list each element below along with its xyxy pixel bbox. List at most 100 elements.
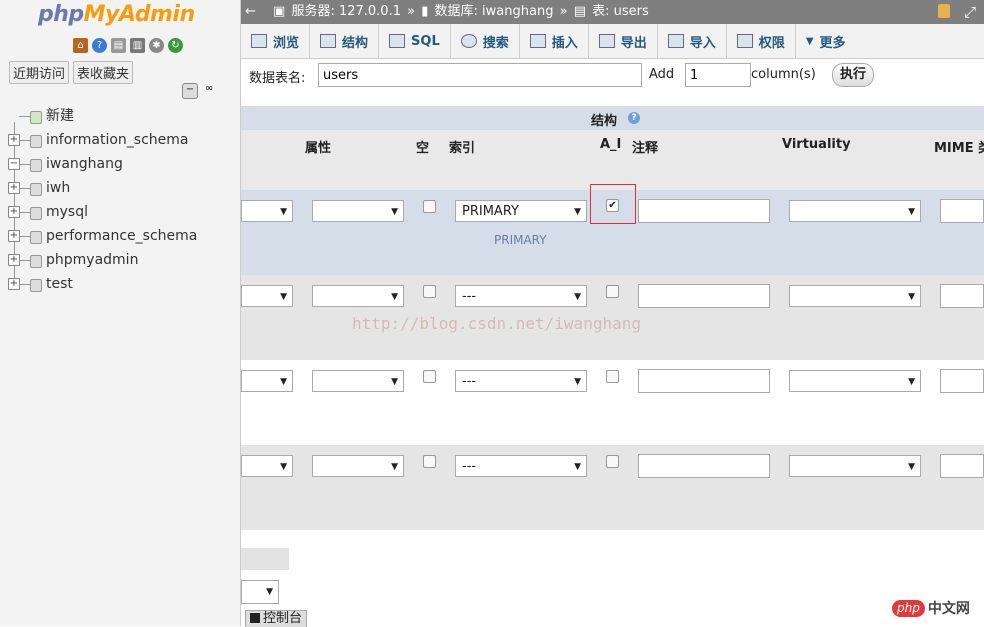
structure-header: 结构 ? xyxy=(241,106,984,130)
dropdown-arrow-icon: ▼ xyxy=(908,462,915,472)
tab-privileges[interactable]: 权限 xyxy=(727,24,796,58)
help-icon[interactable]: ? xyxy=(92,38,107,53)
tree-branch xyxy=(19,212,30,213)
favorites-tab[interactable]: 表收藏夹 xyxy=(73,61,134,84)
tree-item-label: test xyxy=(46,276,73,292)
tree-item-label: iwh xyxy=(46,180,71,196)
docs-alt-icon[interactable]: ▥ xyxy=(130,38,145,53)
dropdown-arrow-icon: ▼ xyxy=(574,462,581,472)
tree-item-mysql[interactable]: + mysql xyxy=(8,200,197,224)
attributes-select[interactable]: ▼ xyxy=(312,285,404,307)
columns-label: column(s) xyxy=(751,67,816,82)
tab-browse[interactable]: 浏览 xyxy=(241,24,311,58)
mime-type-select[interactable] xyxy=(940,369,984,393)
auto-increment-checkbox[interactable] xyxy=(606,370,619,383)
null-checkbox[interactable] xyxy=(423,285,436,298)
console-button[interactable]: 控制台 xyxy=(245,610,308,627)
table-row: ▼ ▼ --- ▼ ▼ xyxy=(241,445,984,530)
recent-tab[interactable]: 近期访问 xyxy=(9,61,70,84)
collapse-all-icon[interactable]: − xyxy=(182,83,198,99)
tab-structure[interactable]: 结构 xyxy=(310,24,380,58)
reload-icon[interactable]: ↻ xyxy=(168,38,183,53)
mime-type-select[interactable] xyxy=(940,199,984,223)
table-row: ▼ ▼ --- ▼ ▼ xyxy=(241,360,984,445)
tree-item-iwanghang[interactable]: − iwanghang xyxy=(8,152,197,176)
docs-icon[interactable]: ▤ xyxy=(111,38,126,53)
maximize-icon[interactable]: ⤢ xyxy=(964,0,976,24)
collation-select[interactable]: ▼ xyxy=(241,285,293,307)
tab-more[interactable]: ▼ 更多 xyxy=(796,24,856,58)
virtuality-select[interactable]: ▼ xyxy=(789,455,921,477)
settings-icon[interactable]: ✱ xyxy=(149,38,164,53)
column-headers: 属性 空 索引 A_I 注释 Virtuality MIME 类 xyxy=(241,130,984,190)
navigation-sidebar: phpMyAdmin ⌂ ? ▤ ▥ ✱ ↻ 近期访问 表收藏夹 − ∞ 新建 … xyxy=(0,0,241,626)
link-icon[interactable]: ∞ xyxy=(202,83,216,97)
dropdown-arrow-icon: ▼ xyxy=(280,292,287,302)
tree-branch xyxy=(19,164,30,165)
mime-type-select[interactable] xyxy=(940,454,984,478)
partition-header xyxy=(241,548,289,570)
storage-engine-select[interactable]: ▼ xyxy=(241,580,279,604)
tab-insert[interactable]: 插入 xyxy=(520,24,589,58)
table-name-input[interactable] xyxy=(318,63,642,87)
tab-import[interactable]: 导入 xyxy=(658,24,727,58)
null-checkbox[interactable] xyxy=(423,455,436,468)
breadcrumb-table[interactable]: 表: users xyxy=(592,4,649,19)
phpmyadmin-logo[interactable]: phpMyAdmin xyxy=(38,2,195,27)
export-icon xyxy=(598,34,615,48)
index-select[interactable]: --- ▼ xyxy=(455,285,587,307)
attributes-select[interactable]: ▼ xyxy=(312,455,404,477)
index-select[interactable]: PRIMARY ▼ xyxy=(455,200,587,222)
auto-increment-checkbox[interactable] xyxy=(606,455,619,468)
null-checkbox[interactable] xyxy=(423,200,436,213)
tree-branch xyxy=(19,140,30,141)
collation-select[interactable]: ▼ xyxy=(241,455,293,477)
attributes-select[interactable]: ▼ xyxy=(312,200,404,222)
virtuality-select[interactable]: ▼ xyxy=(789,200,921,222)
tree-item-iwh[interactable]: + iwh xyxy=(8,176,197,200)
collation-select[interactable]: ▼ xyxy=(241,200,293,222)
tab-search[interactable]: 搜索 xyxy=(451,24,520,58)
virtuality-select[interactable]: ▼ xyxy=(789,370,921,392)
collation-select[interactable]: ▼ xyxy=(241,370,293,392)
tree-item-information-schema[interactable]: + information_schema xyxy=(8,128,197,152)
tree-item-new[interactable]: 新建 xyxy=(8,104,197,128)
back-arrow-icon[interactable]: ← xyxy=(245,0,261,24)
tree-item-performance-schema[interactable]: + performance_schema xyxy=(8,224,197,248)
index-select[interactable]: --- ▼ xyxy=(455,370,587,392)
comments-input[interactable] xyxy=(638,284,770,308)
header-auto-increment: A_I xyxy=(600,137,622,152)
tab-sql[interactable]: SQL xyxy=(379,24,451,58)
dropdown-caret-icon: ▼ xyxy=(805,35,814,47)
attributes-select[interactable]: ▼ xyxy=(312,370,404,392)
tree-item-phpmyadmin[interactable]: + phpmyadmin xyxy=(8,248,197,272)
virtuality-select[interactable]: ▼ xyxy=(789,285,921,307)
header-comments: 注释 xyxy=(632,141,659,156)
tree-branch xyxy=(19,188,30,189)
mime-type-select[interactable] xyxy=(940,284,984,308)
lock-icon[interactable] xyxy=(938,4,950,18)
database-tree: 新建 + information_schema − iwanghang + iw… xyxy=(8,104,197,296)
comments-input[interactable] xyxy=(638,199,770,223)
tree-branch xyxy=(19,116,30,117)
tree-item-test[interactable]: + test xyxy=(8,272,197,296)
insert-icon xyxy=(529,34,546,48)
index-select[interactable]: --- ▼ xyxy=(455,455,587,477)
tree-item-label: information_schema xyxy=(46,132,189,148)
auto-increment-checkbox[interactable] xyxy=(606,285,619,298)
comments-input[interactable] xyxy=(638,369,770,393)
add-columns-input[interactable] xyxy=(685,63,751,87)
null-checkbox[interactable] xyxy=(423,370,436,383)
breadcrumb-database[interactable]: 数据库: iwanghang xyxy=(435,4,554,19)
dropdown-arrow-icon: ▼ xyxy=(391,207,398,217)
tab-export[interactable]: 导出 xyxy=(589,24,658,58)
comments-input[interactable] xyxy=(638,454,770,478)
dropdown-arrow-icon: ▼ xyxy=(391,292,398,302)
breadcrumb-server[interactable]: 服务器: 127.0.0.1 xyxy=(291,4,401,19)
dropdown-arrow-icon: ▼ xyxy=(574,377,581,387)
header-attributes: 属性 xyxy=(305,141,332,156)
help-icon[interactable]: ? xyxy=(628,112,640,124)
home-icon[interactable]: ⌂ xyxy=(73,38,88,53)
go-button[interactable]: 执行 xyxy=(832,63,874,87)
tree-branch xyxy=(19,260,30,261)
